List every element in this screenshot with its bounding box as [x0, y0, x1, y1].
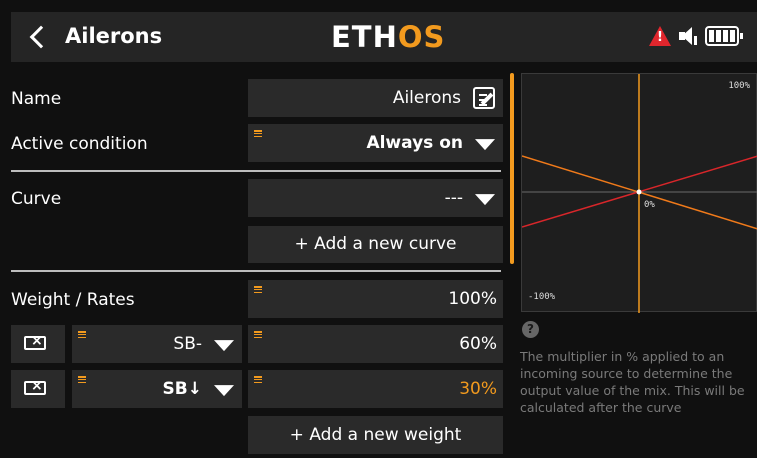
page-title: Ailerons: [65, 24, 163, 48]
rate-switch-select[interactable]: SB-: [72, 325, 242, 363]
curve-label: Curve: [11, 189, 62, 209]
clear-icon: [24, 378, 46, 395]
warning-triangle-icon[interactable]: [649, 26, 671, 46]
rate-value: 60%: [459, 334, 497, 354]
ethos-logo: ETH OS: [331, 20, 446, 54]
weight-field[interactable]: 100%: [248, 280, 503, 318]
clear-rate-button[interactable]: [11, 370, 65, 408]
rate-switch-value: SB↓: [162, 379, 202, 399]
edit-icon[interactable]: [473, 87, 495, 109]
curve-graph: 100% 0% -100%: [521, 73, 757, 313]
option-marker: [254, 376, 262, 383]
active-condition-value: Always on: [366, 133, 463, 153]
name-value: Ailerons: [392, 88, 461, 108]
help-icon: ?: [522, 321, 539, 338]
curve-select[interactable]: ---: [248, 179, 503, 217]
option-marker: [254, 130, 262, 137]
speaker-icon[interactable]: [677, 25, 699, 47]
curve-value: ---: [444, 188, 463, 208]
help-text: The multiplier in % applied to an incomi…: [520, 349, 745, 415]
caret-down-icon: [475, 139, 495, 151]
active-condition-select[interactable]: Always on: [248, 124, 503, 162]
caret-down-icon: [475, 194, 495, 206]
header-bar: Ailerons ETH OS: [11, 12, 757, 62]
caret-down-icon: [214, 340, 234, 352]
clear-icon: [24, 333, 46, 350]
weight-label: Weight / Rates: [11, 290, 135, 310]
rate-switch-select[interactable]: SB↓: [72, 370, 242, 408]
graph-input-point: [636, 189, 642, 195]
weight-value: 100%: [448, 289, 497, 309]
add-weight-button[interactable]: + Add a new weight: [248, 416, 503, 454]
option-marker: [254, 286, 262, 293]
option-marker: [78, 376, 86, 383]
rate-value-field[interactable]: 30%: [248, 370, 503, 408]
graph-label-top: 100%: [728, 81, 750, 91]
rate-value: 30%: [459, 379, 497, 399]
divider: [11, 270, 501, 272]
back-button[interactable]: Ailerons: [11, 12, 171, 62]
divider: [11, 170, 501, 172]
caret-down-icon: [214, 385, 234, 397]
curve-graph-svg: [522, 74, 757, 313]
graph-label-center: 0%: [644, 200, 655, 210]
rate-switch-value: SB-: [173, 334, 202, 354]
rate-value-field[interactable]: 60%: [248, 325, 503, 363]
option-marker: [254, 331, 262, 338]
active-condition-label: Active condition: [11, 134, 148, 154]
name-label: Name: [11, 89, 62, 109]
scrollbar[interactable]: [510, 73, 514, 264]
option-marker: [78, 331, 86, 338]
chevron-left-icon: [29, 25, 53, 49]
screen: Ailerons ETHOS Name Ailerons Active cond…: [0, 0, 757, 458]
name-field[interactable]: Ailerons: [248, 79, 503, 117]
status-icons: [649, 25, 743, 47]
battery-icon[interactable]: [705, 26, 743, 46]
clear-rate-button[interactable]: [11, 325, 65, 363]
add-curve-button[interactable]: + Add a new curve: [248, 226, 503, 263]
graph-label-bottom: -100%: [528, 292, 556, 302]
